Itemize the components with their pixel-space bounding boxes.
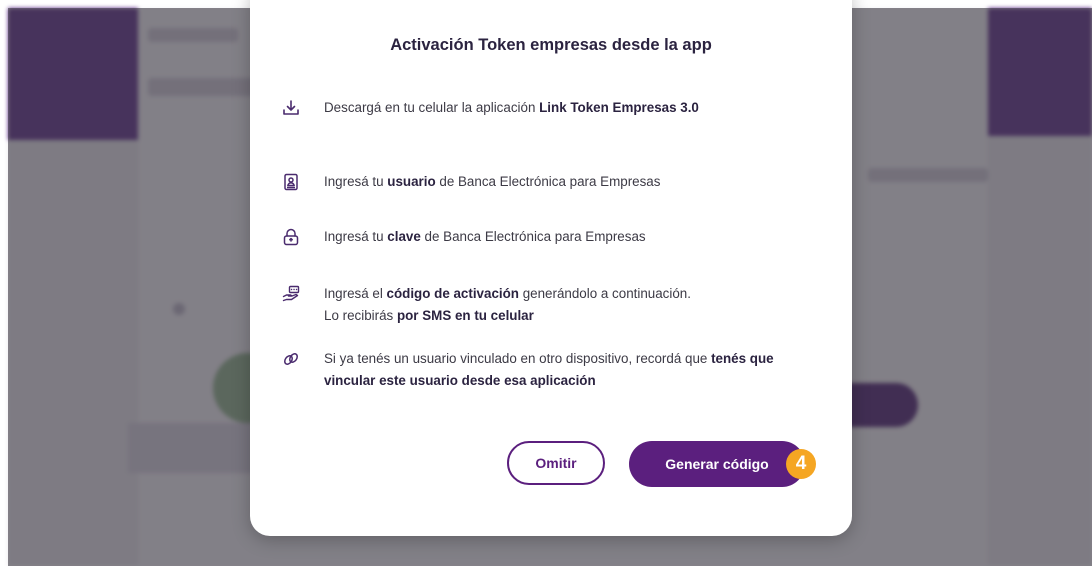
link-icon [280, 348, 302, 370]
lock-icon [280, 226, 302, 248]
step-text-regular: Lo recibirás [324, 308, 397, 323]
step-text-regular: Ingresá tu [324, 174, 388, 189]
id-badge-icon [280, 171, 302, 193]
modal-title: Activación Token empresas desde la app [390, 36, 712, 54]
step-text-regular: Ingresá tu [324, 229, 388, 244]
hand-code-icon [280, 283, 302, 305]
token-activation-modal: Activación Token empresas desde la app D… [250, 0, 852, 536]
step-text-regular: Si ya tenés un usuario vinculado en otro… [324, 351, 712, 366]
step-enter-password: Ingresá tu clave de Banca Electrónica pa… [280, 226, 820, 248]
step-activation-code: Ingresá el código de activación generánd… [280, 283, 820, 327]
download-icon [280, 97, 302, 119]
step-text-regular: de Banca Electrónica para Empresas [420, 229, 646, 244]
step-text-regular: Ingresá el [324, 286, 387, 301]
step-enter-user: Ingresá tu usuario de Banca Electrónica … [280, 171, 820, 193]
step-text: Ingresá tu clave de Banca Electrónica pa… [324, 226, 646, 248]
step-text-regular: generándolo a continuación. [518, 286, 691, 301]
step-text: Ingresá tu usuario de Banca Electrónica … [324, 171, 660, 193]
step-text-regular: Descargá en tu celular la aplicación [324, 100, 540, 115]
step-text: Ingresá el código de activación generánd… [324, 283, 691, 327]
step-text-regular: de Banca Electrónica para Empresas [435, 174, 661, 189]
generate-code-button[interactable]: Generar código [629, 441, 805, 487]
step-text-bold: código de activación [386, 286, 519, 301]
step-text: Si ya tenés un usuario vinculado en otro… [324, 348, 820, 392]
step-number-badge: 4 [786, 449, 816, 479]
step-download-app: Descargá en tu celular la aplicación Lin… [280, 97, 820, 119]
step-text-bold: Link Token Empresas 3.0 [539, 100, 699, 115]
omit-button[interactable]: Omitir [507, 441, 605, 485]
step-text-bold: clave [387, 229, 421, 244]
step-text-bold: por SMS en tu celular [396, 308, 534, 323]
step-linked-device: Si ya tenés un usuario vinculado en otro… [280, 348, 820, 392]
step-text: Descargá en tu celular la aplicación Lin… [324, 97, 699, 119]
step-text-bold: usuario [387, 174, 436, 189]
